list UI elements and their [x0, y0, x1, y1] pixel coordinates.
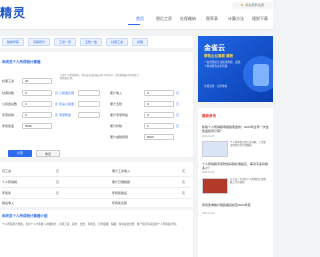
unit-label: 元 — [182, 169, 186, 173]
nav-active-indicator — [128, 24, 140, 25]
nav-download[interactable]: 理财下载 — [248, 16, 272, 22]
nav-social[interactable]: 社保缴纳 — [176, 16, 200, 22]
news-thumbnail[interactable] — [202, 178, 228, 194]
news-panel: 最新资讯 新版个人所得税申报指南发布！2023年全年一次性奖金如何计算？ 202… — [198, 108, 273, 257]
extra-input[interactable] — [78, 112, 100, 118]
tab-insurance[interactable]: 五险一金 — [80, 38, 103, 46]
result-label: 年终奖 — [2, 191, 12, 195]
ad-subtitle: 帮助企业算薪·算账 — [204, 54, 234, 58]
news-caption[interactable]: 个人所得税计算方法详解，工资薪金所得如何计算缴纳 — [230, 141, 268, 147]
news-date: 2023-01-05 — [202, 135, 215, 138]
ratio-input[interactable] — [78, 90, 100, 96]
unit-label: 元·公积金比例 — [55, 91, 74, 95]
nav-rates[interactable]: 税率表 — [200, 16, 224, 22]
row-label: 累计减除费用 — [110, 135, 129, 139]
divider — [2, 198, 191, 199]
unit-label: 元 — [56, 169, 60, 173]
results-panel: 月工资 元 累计工资收入 元 个人所得税 元 累计已缴税额 元 年终奖 元 年终… — [0, 162, 193, 207]
row-label: 累计扣除 — [110, 124, 123, 128]
row-label: 累计收入 — [110, 91, 123, 95]
intro-title: 年终奖个人所得税计算器介绍 — [2, 214, 48, 218]
divider — [2, 176, 191, 177]
row-label: 累计专项附加 — [110, 113, 129, 117]
cumulative-income-input[interactable]: 0 — [144, 90, 174, 96]
nav-aftertax[interactable]: 税后工资 — [152, 16, 176, 22]
ad-banner[interactable]: 金雀云 帮助企业算薪·算账 一站式帮助企业解决算薪、发薪、个税申报等业务问题 免… — [198, 36, 273, 102]
cumulative-special-input[interactable]: 0 — [144, 112, 174, 118]
user-icon — [241, 4, 244, 7]
tab-annual[interactable]: 税前年薪 — [2, 38, 25, 46]
calculate-button[interactable]: 计算 — [8, 150, 32, 157]
news-item[interactable]: 新版个人所得税申报指南发布！2023年全年一次性奖金如何计算？ — [202, 125, 270, 133]
calculator-tabs: 税前年薪 月薪拆分 工资一览 五险一金 社保工资 扣税 — [0, 36, 193, 48]
result-label: 累计工资收入 — [112, 169, 131, 173]
unit-label: 元 — [176, 91, 180, 95]
result-label: 个人所得税 — [2, 180, 18, 184]
unit-label: 元 — [56, 180, 60, 184]
row-label: 公积金基数 — [2, 102, 18, 106]
news-item[interactable]: 个人所得税专项附加扣除标准提高，每月可多扣除多少？ — [202, 162, 270, 170]
row-label: 年终奖金 — [2, 124, 15, 128]
unit-label: 元 — [176, 124, 180, 128]
result-label: 累计已缴税额 — [112, 180, 131, 184]
unit-label: 元 — [176, 113, 180, 117]
unit-label: 元 — [182, 191, 186, 195]
ad-text: 一站式帮助企业解决算薪、发薪、个税申报等业务问题 — [204, 61, 243, 68]
row-label: 社保工资 — [2, 79, 15, 83]
nav-method[interactable]: 计算方法 — [224, 16, 248, 22]
row-label: 社保基数 — [2, 91, 15, 95]
unit-label: 元·专项附加 — [55, 113, 71, 117]
unit-label: 元 — [182, 180, 186, 184]
row-label: 累计五险 — [110, 102, 123, 106]
cumulative-insurance-input[interactable]: 0 — [144, 101, 174, 107]
calculator-panel: 年终奖个人所得税计算器 计算个人所得税时，请在此处选择城市和个税年份，系统将根据… — [0, 52, 193, 157]
tab-social-wage[interactable]: 社保工资 — [106, 38, 129, 46]
cumulative-deduction-input[interactable]: 0 — [144, 123, 174, 129]
fund-ratio-input[interactable] — [78, 101, 100, 107]
top-bar: 精灵 请先登录/注册 首页 税后工资 社保缴纳 税率表 计算方法 理财下载 — [0, 0, 273, 30]
phone-illustration — [253, 64, 269, 86]
news-date: 2022-12-20 — [202, 212, 215, 215]
nav-home[interactable]: 首页 — [128, 16, 152, 22]
news-thumbnail[interactable] — [202, 141, 228, 157]
deduction-input[interactable]: 0 — [22, 112, 52, 118]
calculator-desc: 计算个人所得税时，请在此处选择城市和个税年份，系统将根据当地政策计算缴纳比例。 — [60, 74, 139, 80]
main-nav: 首页 税后工资 社保缴纳 税率表 计算方法 理财下载 — [128, 16, 272, 22]
news-title: 最新资讯 — [202, 114, 216, 118]
news-item[interactable]: 年终奖单独计税政策延续至2023年底 — [202, 203, 270, 207]
result-label: 税后收入 — [2, 201, 15, 205]
base-input[interactable]: 0 — [22, 90, 52, 96]
result-label: 月工资 — [2, 169, 12, 173]
intro-panel: 年终奖个人所得税计算器介绍 个人所得税计算器，支持个人全年收入申报统计，包括工资… — [0, 210, 193, 257]
news-caption[interactable]: 关于进一步优化个人所得税汇算清缴工作的通知 — [230, 178, 268, 184]
ad-title: 金雀云 — [204, 45, 225, 52]
reset-button[interactable]: 重置 — [36, 150, 60, 157]
divider — [2, 187, 191, 188]
result-label: 年终奖税后 — [112, 191, 128, 195]
city-select[interactable]: 30 — [22, 78, 52, 84]
news-date: 2023-01-03 — [202, 171, 215, 174]
login-button[interactable]: 请先登录/注册 — [232, 2, 273, 9]
tab-tax[interactable]: 扣税 — [132, 38, 149, 46]
intro-text: 个人所得税计算器，支持个人全年收入申报统计，包括工资、薪金、奖金、年终奖、劳务报… — [2, 223, 179, 226]
unit-label: 元 — [176, 102, 180, 106]
bonus-input[interactable]: 5000 — [22, 123, 52, 129]
calculator-title: 年终奖个人所得税计算器 — [2, 60, 41, 64]
tab-overview[interactable]: 工资一览 — [54, 38, 77, 46]
unit-label: 元 — [56, 191, 60, 195]
result-label: 年终奖全额 — [112, 201, 128, 205]
tab-split[interactable]: 月薪拆分 — [28, 38, 51, 46]
reduction-input[interactable]: 5000 — [144, 134, 174, 140]
site-logo[interactable]: 精灵 — [0, 4, 26, 21]
ad-footer: 免费试用 · 立即体验 — [204, 85, 228, 88]
row-label: 专项扣除 — [2, 113, 15, 117]
unit-label: 元·住房公积金 — [55, 102, 74, 106]
fund-input[interactable]: 0 — [22, 101, 52, 107]
